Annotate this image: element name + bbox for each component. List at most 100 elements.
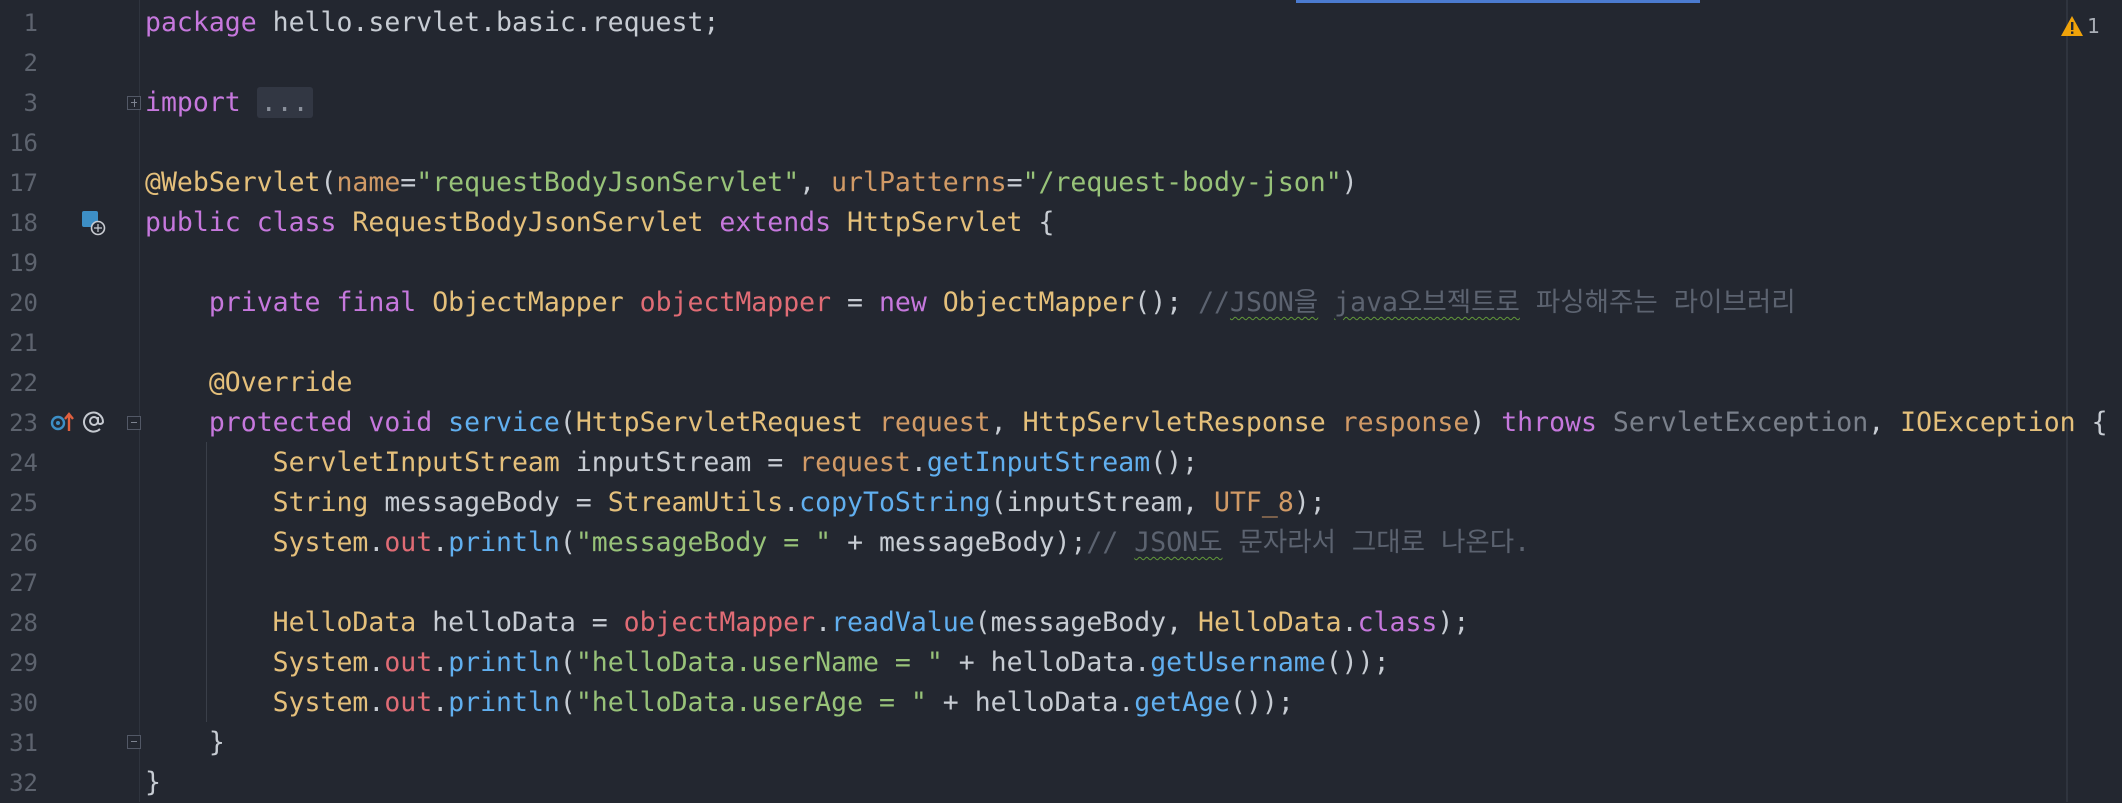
line-number[interactable]: 25 bbox=[0, 483, 38, 523]
line-number[interactable]: 22 bbox=[0, 363, 38, 403]
code-token: + messageBody); bbox=[831, 527, 1087, 558]
code-token: StreamUtils bbox=[607, 487, 784, 518]
code-token: protected bbox=[208, 407, 369, 438]
code-token: . bbox=[432, 647, 449, 678]
code-token: ObjectMapper bbox=[942, 287, 1135, 318]
servlet-mapping-icon[interactable] bbox=[81, 210, 107, 236]
code-token: objectMapper bbox=[639, 287, 832, 318]
line-number[interactable]: 23 bbox=[0, 403, 38, 443]
code-line[interactable]: 31 } bbox=[0, 723, 2122, 763]
code-token: out bbox=[384, 687, 433, 718]
code-text[interactable]: package hello.servlet.basic.request; bbox=[145, 3, 719, 43]
code-text[interactable]: String messageBody = StreamUtils.copyToS… bbox=[145, 483, 1326, 523]
code-line[interactable]: 20 private final ObjectMapper objectMapp… bbox=[0, 283, 2122, 323]
code-token: ) bbox=[1341, 167, 1358, 198]
line-number[interactable]: 17 bbox=[0, 163, 38, 203]
code-line[interactable]: 22 @Override bbox=[0, 363, 2122, 403]
code-line[interactable]: 28 HelloData helloData = objectMapper.re… bbox=[0, 603, 2122, 643]
code-token: out bbox=[384, 527, 433, 558]
line-number[interactable]: 20 bbox=[0, 283, 38, 323]
line-number[interactable]: 19 bbox=[0, 243, 38, 283]
code-line[interactable]: 19 bbox=[0, 243, 2122, 283]
code-token: urlPatterns bbox=[831, 167, 1007, 198]
code-token: { bbox=[2075, 407, 2108, 438]
annotation-at-icon[interactable] bbox=[82, 409, 106, 433]
code-token: // bbox=[1198, 287, 1230, 318]
code-token: . bbox=[1341, 607, 1358, 638]
code-text[interactable]: System.out.println("helloData.userAge = … bbox=[145, 683, 1294, 723]
code-token: + helloData. bbox=[942, 647, 1151, 678]
code-text[interactable]: @Override bbox=[145, 363, 353, 403]
code-line[interactable]: 18 public class RequestBodyJsonServlet ex… bbox=[0, 203, 2122, 243]
line-number[interactable]: 28 bbox=[0, 603, 38, 643]
code-token: getAge bbox=[1134, 687, 1230, 718]
code-text[interactable]: System.out.println("messageBody = " + me… bbox=[145, 523, 1530, 563]
code-token: ServletInputStream bbox=[272, 447, 576, 478]
code-text[interactable]: protected void service(HttpServletReques… bbox=[145, 403, 2108, 443]
code-token: HelloData bbox=[1198, 607, 1342, 638]
code-token: helloData = bbox=[432, 607, 624, 638]
code-text[interactable]: private final ObjectMapper objectMapper … bbox=[145, 283, 1796, 323]
code-token: HttpServlet bbox=[847, 207, 1023, 238]
code-line[interactable]: 25 String messageBody = StreamUtils.copy… bbox=[0, 483, 2122, 523]
code-line[interactable]: 2 bbox=[0, 43, 2122, 83]
code-text[interactable]: ServletInputStream inputStream = request… bbox=[145, 443, 1198, 483]
code-token: println bbox=[448, 647, 560, 678]
line-number[interactable]: 16 bbox=[0, 123, 38, 163]
code-token: ()); bbox=[1325, 647, 1390, 678]
code-line[interactable]: 23 protected void service(HttpServletReq… bbox=[0, 403, 2122, 443]
code-line[interactable]: 24 ServletInputStream inputStream = requ… bbox=[0, 443, 2122, 483]
code-text[interactable]: System.out.println("helloData.userName =… bbox=[145, 643, 1390, 683]
code-line[interactable]: 16 bbox=[0, 123, 2122, 163]
code-text[interactable]: } bbox=[145, 763, 161, 803]
code-token: // bbox=[1086, 527, 1135, 558]
code-text[interactable]: public class RequestBodyJsonServlet exte… bbox=[145, 203, 1054, 243]
line-number[interactable]: 3 bbox=[0, 83, 38, 123]
line-number[interactable]: 26 bbox=[0, 523, 38, 563]
code-token: 문자라서 그대로 나온다. bbox=[1222, 527, 1531, 558]
line-number[interactable]: 24 bbox=[0, 443, 38, 483]
code-text[interactable]: HelloData helloData = objectMapper.readV… bbox=[145, 603, 1470, 643]
line-number[interactable]: 30 bbox=[0, 683, 38, 723]
code-token: throws bbox=[1501, 407, 1613, 438]
line-number[interactable]: 1 bbox=[0, 3, 38, 43]
code-token: ( bbox=[559, 687, 576, 718]
code-line[interactable]: 21 bbox=[0, 323, 2122, 363]
line-number[interactable]: 32 bbox=[0, 763, 38, 803]
line-number[interactable]: 27 bbox=[0, 563, 38, 603]
code-token: copyToString bbox=[799, 487, 991, 518]
code-token: . bbox=[368, 647, 385, 678]
line-number[interactable]: 21 bbox=[0, 323, 38, 363]
fold-expand-marker[interactable] bbox=[127, 96, 141, 110]
code-line[interactable]: 3 import ... bbox=[0, 83, 2122, 123]
code-editor[interactable]: 1 1 package hello.servlet.basic.request; 2… bbox=[0, 0, 2122, 802]
code-text[interactable]: @WebServlet(name="requestBodyJsonServlet… bbox=[145, 163, 1358, 203]
code-token: (); bbox=[1134, 287, 1199, 318]
code-line[interactable]: 17 @WebServlet(name="requestBodyJsonServl… bbox=[0, 163, 2122, 203]
code-line[interactable]: 27 bbox=[0, 563, 2122, 603]
code-token: . bbox=[783, 487, 800, 518]
code-line[interactable]: 32} bbox=[0, 763, 2122, 803]
code-line[interactable]: 29 System.out.println("helloData.userNam… bbox=[0, 643, 2122, 683]
code-token: inputStream = bbox=[575, 447, 800, 478]
code-token: "requestBodyJsonServlet" bbox=[416, 167, 800, 198]
code-token: request bbox=[878, 407, 991, 438]
code-token: @Override bbox=[208, 367, 353, 398]
line-number[interactable]: 2 bbox=[0, 43, 38, 83]
code-line[interactable]: 30 System.out.println("helloData.userAge… bbox=[0, 683, 2122, 723]
code-token: objectMapper bbox=[623, 607, 816, 638]
code-text[interactable]: import ... bbox=[145, 83, 313, 123]
line-number[interactable]: 29 bbox=[0, 643, 38, 683]
code-line[interactable]: 1 package hello.servlet.basic.request; bbox=[0, 3, 2122, 43]
override-method-icon[interactable] bbox=[50, 410, 76, 434]
line-number[interactable]: 31 bbox=[0, 723, 38, 763]
line-number[interactable]: 18 bbox=[0, 203, 38, 243]
code-text[interactable]: } bbox=[145, 723, 225, 763]
code-token: "helloData.userAge = " bbox=[575, 687, 927, 718]
code-token: IOException bbox=[1900, 407, 2076, 438]
fold-end-marker[interactable] bbox=[127, 735, 141, 749]
code-token: hello.servlet.basic.request; bbox=[272, 7, 720, 38]
fold-collapse-marker[interactable] bbox=[127, 416, 141, 430]
code-line[interactable]: 26 System.out.println("messageBody = " +… bbox=[0, 523, 2122, 563]
code-token: , bbox=[990, 407, 1023, 438]
